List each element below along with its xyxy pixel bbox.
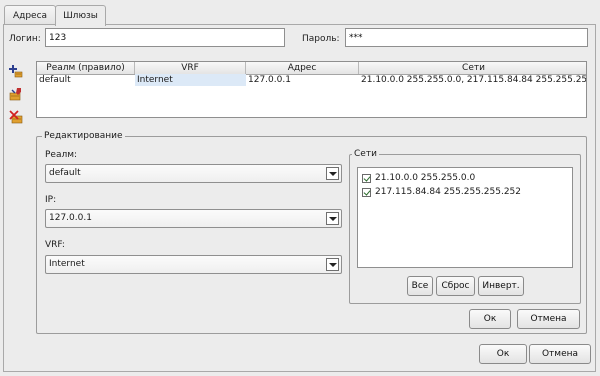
column-header-networks[interactable]: Сети [359, 62, 586, 74]
gateways-table[interactable]: Реалм (правило) VRF Адрес Сети default I… [36, 61, 587, 118]
chevron-down-icon[interactable] [326, 167, 339, 180]
edit-icon[interactable] [9, 87, 23, 101]
realm-label: Реалм: [45, 150, 78, 160]
add-icon[interactable] [9, 64, 23, 78]
vrf-label: VRF: [45, 240, 65, 250]
networks-legend: Сети [352, 149, 379, 159]
cell-vrf: Internet [135, 74, 246, 86]
tab-gateways-label: Шлюзы [63, 11, 98, 21]
cell-realm: default [39, 75, 71, 85]
cell-address: 127.0.0.1 [248, 75, 291, 85]
login-label: Логин: [9, 34, 41, 44]
edit-cancel-button[interactable]: Отмена [517, 309, 580, 329]
column-header-vrf[interactable]: VRF [135, 62, 246, 74]
cancel-button[interactable]: Отмена [529, 344, 591, 364]
tab-addresses[interactable]: Адреса [4, 5, 56, 25]
table-row[interactable]: default Internet 127.0.0.1 21.10.0.0 255… [37, 74, 586, 86]
select-all-button[interactable]: Все [407, 276, 433, 296]
network-label: 217.115.84.84 255.255.255.252 [375, 187, 521, 197]
list-item[interactable]: 21.10.0.0 255.255.0.0 [362, 172, 475, 184]
vrf-select[interactable]: Internet [45, 255, 342, 274]
chevron-down-icon[interactable] [326, 258, 339, 271]
realm-select-value: default [49, 168, 81, 178]
ip-label: IP: [45, 195, 57, 205]
network-checkbox[interactable] [362, 187, 371, 197]
column-header-realm[interactable]: Реалм (правило) [37, 62, 135, 74]
ip-select[interactable]: 127.0.0.1 [45, 209, 342, 228]
network-checkbox[interactable] [362, 173, 371, 183]
ip-select-value: 127.0.0.1 [49, 213, 92, 223]
ok-button[interactable]: Ок [479, 344, 527, 364]
invert-button[interactable]: Инверт. [478, 276, 524, 296]
column-header-address[interactable]: Адрес [246, 62, 359, 74]
password-input[interactable] [345, 28, 588, 47]
networks-list[interactable]: 21.10.0.0 255.255.0.0 217.115.84.84 255.… [357, 167, 573, 268]
edit-ok-button[interactable]: Ок [469, 309, 511, 329]
reset-button[interactable]: Сброс [436, 276, 475, 296]
cell-networks: 21.10.0.0 255.255.0.0, 217.115.84.84 255… [361, 75, 587, 85]
delete-icon[interactable] [9, 110, 23, 124]
password-label: Пароль: [302, 34, 340, 44]
editing-legend: Редактирование [42, 131, 125, 141]
tab-addresses-label: Адреса [12, 10, 48, 21]
realm-select[interactable]: default [45, 164, 342, 183]
vrf-select-value: Internet [49, 259, 85, 269]
chevron-down-icon[interactable] [326, 212, 339, 225]
network-label: 21.10.0.0 255.255.0.0 [375, 173, 476, 183]
login-input[interactable] [45, 28, 285, 47]
tab-gateways[interactable]: Шлюзы [55, 5, 106, 26]
list-item[interactable]: 217.115.84.84 255.255.255.252 [362, 186, 521, 198]
